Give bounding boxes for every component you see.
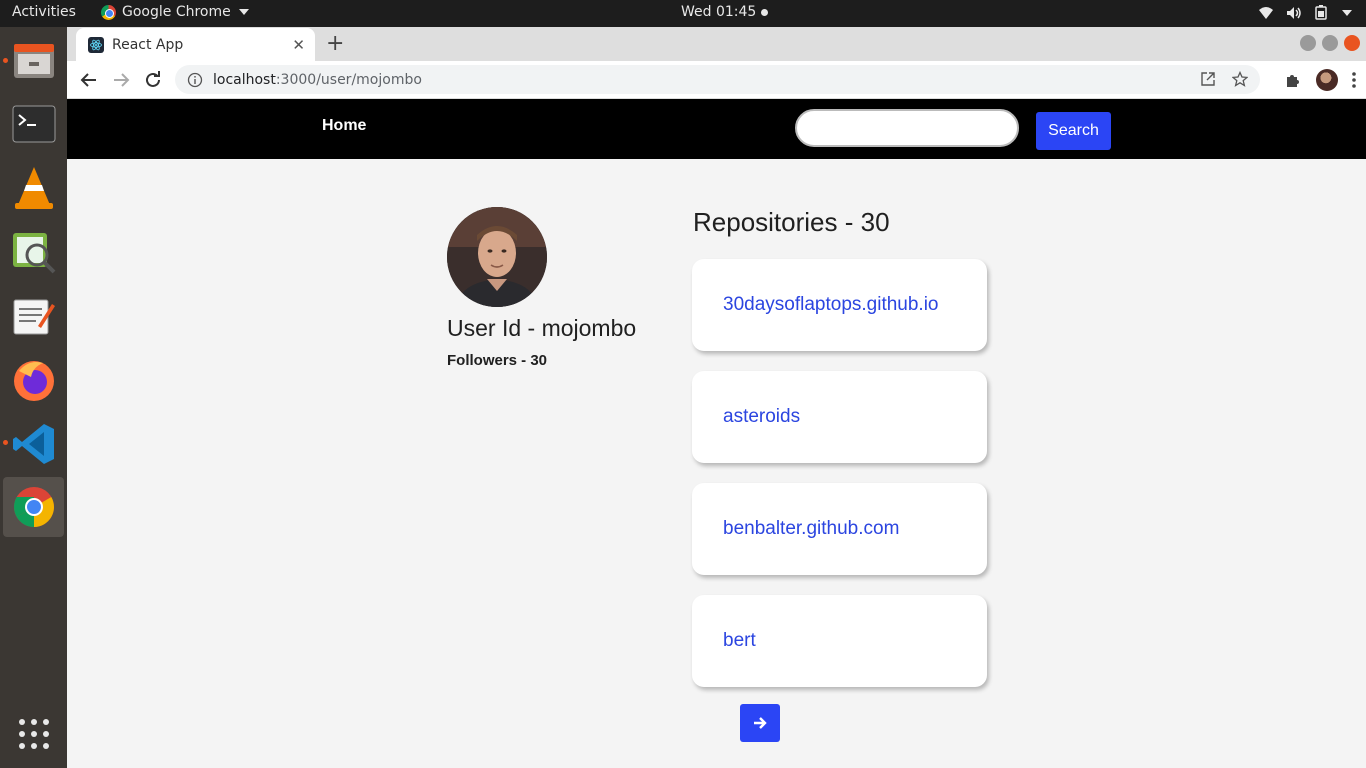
repo-link[interactable]: bert	[723, 630, 756, 652]
chrome-icon	[101, 4, 116, 20]
reload-icon	[146, 71, 160, 87]
browser-toolbar: localhost:3000/user/mojombo	[67, 61, 1366, 99]
tab-react-app[interactable]: React App ✕	[76, 28, 315, 61]
avatar	[447, 207, 547, 307]
volume-icon	[1287, 6, 1301, 19]
repo-link[interactable]: asteroids	[723, 406, 800, 428]
system-tray[interactable]	[1258, 5, 1352, 20]
chrome-icon	[13, 487, 54, 527]
minimize-button[interactable]	[1300, 35, 1316, 51]
dock-chrome[interactable]	[3, 477, 64, 537]
wifi-icon	[1259, 6, 1273, 19]
arrow-right-icon	[754, 717, 767, 729]
forward-button[interactable]	[110, 69, 132, 91]
address-bar[interactable]: localhost:3000/user/mojombo	[175, 65, 1260, 94]
file-manager-icon	[13, 44, 54, 78]
arrow-right-icon	[114, 73, 130, 87]
app-menu[interactable]: Google Chrome	[101, 4, 249, 20]
url-host: localhost	[213, 71, 276, 88]
activities-button[interactable]: Activities	[12, 4, 76, 20]
vlc-icon	[14, 167, 53, 209]
battery-icon	[1315, 5, 1327, 20]
repositories-title: Repositories - 30	[693, 207, 890, 237]
tab-close-icon[interactable]: ✕	[292, 36, 305, 54]
dock-image-viewer[interactable]	[3, 222, 64, 282]
tab-title: React App	[112, 36, 184, 53]
chevron-down-icon	[238, 9, 249, 15]
dock-text-editor[interactable]	[3, 286, 64, 346]
dock-vlc[interactable]	[3, 158, 64, 218]
bookmark-star-icon[interactable]	[1232, 71, 1248, 87]
repo-link[interactable]: benbalter.github.com	[723, 518, 899, 540]
dock-file-manager[interactable]	[3, 30, 64, 90]
firefox-icon	[13, 361, 54, 401]
notification-dot-icon	[761, 8, 769, 16]
dock-firefox[interactable]	[3, 350, 64, 410]
window-close-button[interactable]	[1344, 35, 1360, 51]
tab-strip: React App ✕ +	[67, 27, 1366, 61]
vscode-icon	[12, 424, 54, 464]
next-page-button[interactable]	[740, 704, 780, 742]
back-button[interactable]	[78, 69, 100, 91]
window-controls	[1300, 35, 1360, 51]
dock-terminal[interactable]	[3, 94, 64, 154]
profile-avatar[interactable]	[1316, 69, 1338, 91]
terminal-icon	[12, 105, 55, 143]
repo-card[interactable]: asteroids	[692, 371, 987, 463]
search-button[interactable]: Search	[1036, 112, 1111, 150]
show-apps-button[interactable]	[3, 704, 64, 764]
repo-card[interactable]: 30daysoflaptops.github.io	[692, 259, 987, 351]
clock[interactable]: Wed 01:45	[681, 4, 769, 20]
image-viewer-icon	[12, 233, 55, 274]
extensions-icon[interactable]	[1284, 71, 1302, 89]
gnome-top-bar: Activities Google Chrome Wed 01:45	[0, 0, 1366, 27]
new-tab-button[interactable]: +	[326, 31, 344, 56]
dock	[0, 27, 67, 768]
more-vert-icon[interactable]	[1352, 72, 1356, 88]
clock-label: Wed 01:45	[681, 4, 757, 20]
text-editor-icon	[13, 299, 55, 335]
browser-window: React App ✕ + localhost:3000/user/mojomb…	[67, 27, 1366, 768]
followers-count: Followers - 30	[447, 352, 548, 369]
dock-vscode[interactable]	[3, 414, 64, 474]
toolbar-actions	[1284, 69, 1356, 91]
url-path: :3000/user/mojombo	[275, 71, 422, 88]
open-in-new-icon[interactable]	[1200, 71, 1216, 87]
repo-link[interactable]: 30daysoflaptops.github.io	[723, 294, 939, 316]
nav-home-link[interactable]: Home	[322, 117, 366, 135]
grid-icon	[18, 719, 49, 749]
arrow-left-icon	[80, 73, 96, 87]
app-menu-label: Google Chrome	[122, 4, 231, 20]
reload-button[interactable]	[142, 69, 164, 91]
web-page: Home Search User Id - mojombo Followers …	[67, 99, 1366, 768]
navbar: Home Search	[67, 99, 1366, 159]
repo-card[interactable]: benbalter.github.com	[692, 483, 987, 575]
omnibox-actions	[1200, 71, 1248, 87]
info-icon[interactable]	[187, 72, 203, 88]
user-id: User Id - mojombo	[447, 315, 637, 341]
maximize-button[interactable]	[1322, 35, 1338, 51]
repo-card[interactable]: bert	[692, 595, 987, 687]
search-input[interactable]	[795, 109, 1019, 147]
react-favicon-icon	[88, 36, 104, 53]
system-menu-chevron-icon	[1342, 9, 1352, 16]
